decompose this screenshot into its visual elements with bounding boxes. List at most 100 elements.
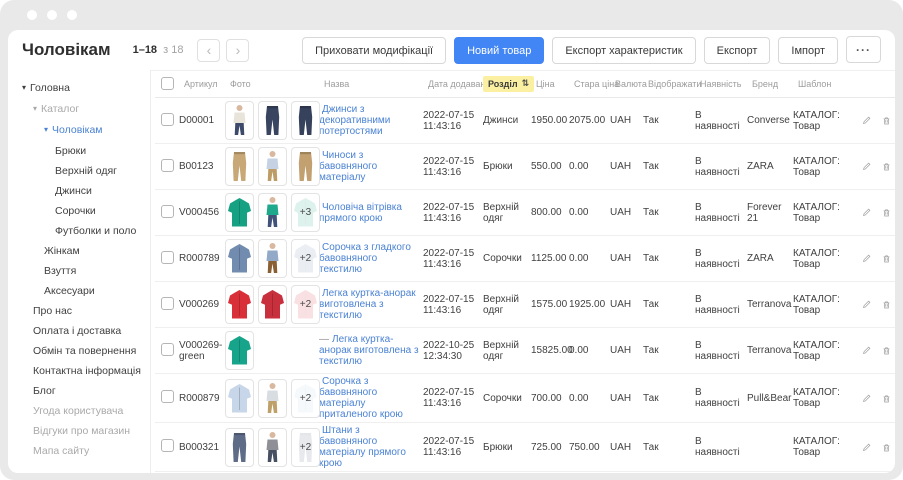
new-product-button[interactable]: Новий товар: [454, 37, 544, 64]
product-name-link[interactable]: Штани з бавовняного матеріалу прямого кр…: [319, 425, 406, 469]
sidebar-item-home[interactable]: ▾Головна: [8, 78, 150, 99]
product-photo[interactable]: [258, 147, 287, 186]
column-header-visible[interactable]: Відображати: [643, 76, 695, 92]
product-photo[interactable]: [258, 428, 287, 467]
delete-icon[interactable]: [882, 114, 891, 127]
sidebar-item-tshirts-polo[interactable]: Футболки и поло: [8, 221, 150, 241]
select-all-checkbox[interactable]: [161, 77, 174, 90]
cell-photos: [225, 101, 319, 140]
delete-icon[interactable]: [882, 160, 891, 173]
delete-icon[interactable]: [882, 344, 891, 357]
delete-icon[interactable]: [882, 392, 891, 405]
more-button[interactable]: ···: [846, 36, 881, 63]
edit-icon[interactable]: [862, 160, 871, 173]
row-checkbox[interactable]: [161, 343, 174, 356]
product-photo[interactable]: [225, 331, 254, 370]
edit-icon[interactable]: [862, 344, 871, 357]
column-header-old-price[interactable]: Стара ціна: [569, 76, 610, 92]
export-characteristics-button[interactable]: Експорт характеристик: [552, 37, 695, 64]
sidebar-item-exchange-return[interactable]: Обмін та повернення: [8, 341, 150, 361]
product-photo[interactable]: [225, 101, 254, 140]
sidebar-item-men[interactable]: ▾Чоловікам: [8, 120, 150, 141]
more-photos-badge[interactable]: +3: [291, 193, 320, 232]
column-header-brand[interactable]: Бренд: [747, 76, 793, 92]
row-checkbox[interactable]: [161, 251, 174, 264]
sidebar-item-shirts[interactable]: Сорочки: [8, 201, 150, 221]
product-name-link[interactable]: Легка куртка-анорак виготовлена з тексти…: [319, 334, 419, 367]
sidebar-item-catalog[interactable]: ▾Каталог: [8, 99, 150, 120]
product-photo[interactable]: [225, 428, 254, 467]
cell-sku: V000456: [179, 207, 225, 218]
product-name-link[interactable]: Чоловіча вітрівка прямого крою: [319, 202, 402, 224]
export-button[interactable]: Експорт: [704, 37, 771, 64]
delete-icon[interactable]: [882, 298, 891, 311]
sidebar-tree: ▾Головна▾Каталог▾ЧоловікамБрюкиВерхній о…: [8, 78, 150, 461]
product-photo[interactable]: [225, 379, 254, 418]
import-button[interactable]: Імпорт: [778, 37, 838, 64]
delete-icon[interactable]: [882, 252, 891, 265]
product-name-link[interactable]: Легка куртка-анорак виготовлена з тексти…: [319, 288, 416, 321]
column-header-photo[interactable]: Фото: [225, 76, 319, 92]
edit-icon[interactable]: [862, 298, 871, 311]
product-name-link[interactable]: Сорочка з гладкого бавовняного текстилю: [319, 242, 411, 275]
hide-modifications-button[interactable]: Приховати модифікації: [302, 37, 446, 64]
row-checkbox[interactable]: [161, 390, 174, 403]
column-header-section[interactable]: Розділ⇅: [483, 76, 531, 92]
row-checkbox[interactable]: [161, 297, 174, 310]
product-photo[interactable]: [225, 239, 254, 278]
row-checkbox[interactable]: [161, 439, 174, 452]
product-photo[interactable]: [258, 285, 287, 324]
column-header-price[interactable]: Ціна: [531, 76, 569, 92]
product-name-link[interactable]: Джинси з декоративними потертостями: [319, 104, 390, 137]
column-header-date-added[interactable]: Дата додавання: [423, 76, 483, 92]
edit-icon[interactable]: [862, 392, 871, 405]
delete-icon[interactable]: [882, 441, 891, 454]
sidebar-item-outerwear[interactable]: Верхній одяг: [8, 161, 150, 181]
sidebar-item-payment-delivery[interactable]: Оплата і доставка: [8, 321, 150, 341]
sidebar-item-trousers[interactable]: Брюки: [8, 141, 150, 161]
product-photo[interactable]: [258, 379, 287, 418]
product-photo[interactable]: [291, 147, 320, 186]
product-photo[interactable]: [225, 193, 254, 232]
more-photos-badge[interactable]: +2: [291, 428, 320, 467]
product-photo[interactable]: [258, 239, 287, 278]
edit-icon[interactable]: [862, 206, 871, 219]
sidebar-item-contact-info[interactable]: Контактна інформація: [8, 361, 150, 381]
product-photo[interactable]: [258, 101, 287, 140]
cell-availability: В наявності: [695, 294, 747, 316]
cell-name: Джинси з декоративними потертостями: [319, 104, 423, 137]
edit-icon[interactable]: [862, 114, 871, 127]
sidebar-item-accessories[interactable]: Аксесуари: [8, 281, 150, 301]
more-photos-badge[interactable]: +2: [291, 285, 320, 324]
more-photos-badge[interactable]: +2: [291, 379, 320, 418]
row-checkbox[interactable]: [161, 159, 174, 172]
sidebar-item-about[interactable]: Про нас: [8, 301, 150, 321]
column-header-sku[interactable]: Артикул: [179, 76, 225, 92]
product-name-link[interactable]: Чиноси з бавовняного матеріалу: [319, 150, 377, 183]
window-dot: [27, 10, 37, 20]
next-page-button[interactable]: ›: [226, 39, 249, 62]
sidebar-item-women[interactable]: Жінкам: [8, 241, 150, 261]
column-header-availability[interactable]: Наявність: [695, 76, 747, 92]
delete-icon[interactable]: [882, 206, 891, 219]
product-name-link[interactable]: Сорочка з бавовняного матеріалу притален…: [319, 376, 403, 420]
more-photos-badge[interactable]: +2: [291, 239, 320, 278]
sidebar-item-store-reviews[interactable]: Відгуки про магазин: [8, 421, 150, 441]
edit-icon[interactable]: [862, 252, 871, 265]
product-photo[interactable]: [258, 193, 287, 232]
product-photo[interactable]: [225, 147, 254, 186]
column-header-currency[interactable]: Валюта: [610, 76, 643, 92]
edit-icon[interactable]: [862, 441, 871, 454]
sidebar-item-jeans[interactable]: Джинси: [8, 181, 150, 201]
sidebar-item-blog[interactable]: Блог: [8, 381, 150, 401]
product-photo[interactable]: [291, 101, 320, 140]
row-checkbox[interactable]: [161, 113, 174, 126]
sidebar-item-shoes[interactable]: Взуття: [8, 261, 150, 281]
column-header-template[interactable]: Шаблон: [793, 76, 858, 92]
product-photo[interactable]: [225, 285, 254, 324]
sidebar-item-user-agreement[interactable]: Угода користувача: [8, 401, 150, 421]
column-header-name[interactable]: Назва: [319, 76, 423, 92]
sidebar-item-sitemap[interactable]: Мапа сайту: [8, 441, 150, 461]
prev-page-button[interactable]: ‹: [197, 39, 220, 62]
row-checkbox[interactable]: [161, 205, 174, 218]
